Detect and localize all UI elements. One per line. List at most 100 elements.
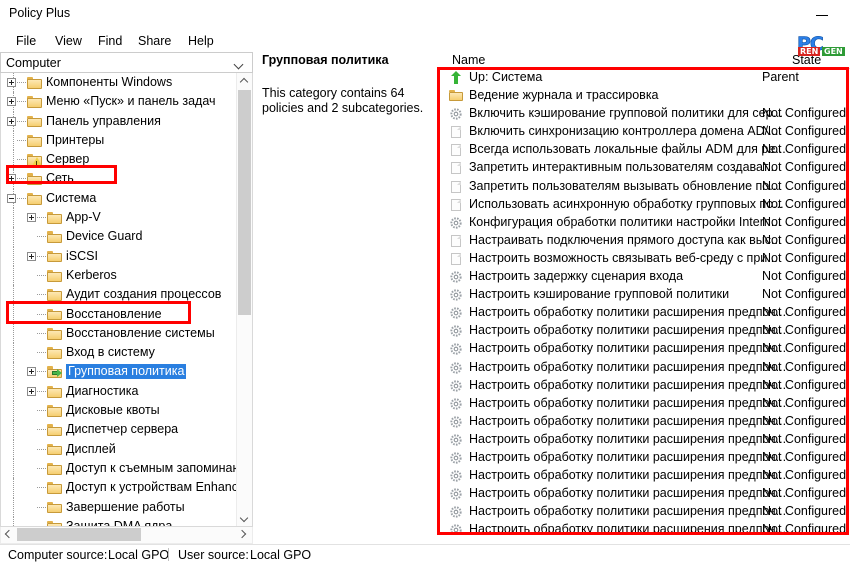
tree-item[interactable]: Device Guard [1, 227, 237, 247]
hscrollbar-thumb[interactable] [17, 528, 141, 541]
tree-item[interactable]: Сеть [1, 169, 237, 189]
tree-expand-icon[interactable] [27, 367, 36, 377]
menu-item-help[interactable]: Help [184, 33, 218, 49]
policy-list-row[interactable]: Настроить обработку политики расширения … [440, 521, 850, 533]
policy-list-row[interactable]: Настроить обработку политики расширения … [440, 359, 850, 377]
scroll-down-button[interactable] [237, 510, 252, 526]
tree-item[interactable]: iSCSI [1, 246, 237, 266]
policy-list-row[interactable]: Настроить возможность связывать веб-сред… [440, 250, 850, 268]
tree-item[interactable]: Принтеры [1, 130, 237, 151]
tree-connector [17, 159, 26, 161]
tree-item[interactable]: Доступ к съемным запоминающи [1, 458, 237, 479]
scope-combobox[interactable]: Computer [0, 52, 253, 73]
tree-expand-icon[interactable] [27, 251, 36, 261]
tree-collapse-icon[interactable] [7, 193, 16, 203]
minimize-button[interactable] [809, 4, 837, 26]
tree-connector [37, 410, 46, 412]
tree-expand-icon[interactable] [27, 386, 36, 396]
tree-expand-icon[interactable] [7, 78, 16, 87]
tree-item[interactable]: Вход в систему [1, 343, 237, 363]
policy-list-row[interactable]: Настроить обработку политики расширения … [440, 304, 850, 322]
tree-item[interactable]: Дисплей [1, 439, 237, 459]
tree-item-label: Принтеры [46, 132, 105, 147]
menu-item-find[interactable]: Find [94, 33, 126, 49]
scroll-right-button[interactable] [236, 527, 252, 542]
policy-list-row[interactable]: Настраивать подключения прямого доступа … [440, 232, 850, 250]
policy-list-row[interactable]: Настроить обработку политики расширения … [440, 395, 850, 413]
policy-list-row[interactable]: Ведение журнала и трассировка [440, 87, 850, 105]
scroll-left-button[interactable] [1, 527, 17, 542]
gear-icon [449, 469, 463, 483]
policy-list-row[interactable]: Настроить обработку политики расширения … [440, 485, 850, 503]
tree-item[interactable]: Завершение работы [1, 497, 237, 517]
scrollbar-thumb[interactable] [238, 90, 251, 315]
policy-list-row[interactable]: Настроить обработку политики расширения … [440, 413, 850, 431]
policy-list-row[interactable]: Включить синхронизацию контроллера домен… [440, 123, 850, 141]
tree-item[interactable]: Меню «Пуск» и панель задач [1, 92, 237, 112]
policy-state: Not Configured [762, 196, 847, 211]
tree-item[interactable]: Восстановление [1, 304, 237, 324]
policy-plus-window: Policy Plus File View Find Share Help Comput… [0, 0, 850, 564]
policy-name: Использовать асинхронную обработку групп… [469, 196, 784, 211]
tree-item[interactable]: Панель управления [1, 111, 237, 131]
tree-expand-icon[interactable] [7, 174, 16, 184]
column-header-name[interactable]: Name [452, 53, 485, 67]
tree-item[interactable]: Система [1, 188, 237, 209]
scroll-up-button[interactable] [237, 73, 252, 90]
policy-list-row[interactable]: Настроить обработку политики расширения … [440, 467, 850, 485]
policy-list-row[interactable]: Настроить обработку политики расширения … [440, 322, 850, 340]
policy-list-row[interactable]: Запретить интерактивным пользователям со… [440, 159, 850, 177]
tree-guide-line [13, 343, 15, 363]
tree-item[interactable]: Дисковые квоты [1, 401, 237, 421]
policy-state: Not Configured [762, 106, 847, 121]
policy-list-row[interactable]: Up: Система Parent [440, 69, 850, 87]
menu-item-view[interactable]: View [51, 33, 86, 49]
policy-list-row[interactable]: Использовать асинхронную обработку групп… [440, 196, 850, 214]
tree-guide-line [13, 304, 15, 324]
chevron-left-icon [6, 531, 12, 537]
tree-item[interactable]: Диспетчер сервера [1, 420, 237, 440]
policy-list-row[interactable]: Настроить обработку политики расширения … [440, 449, 850, 467]
policy-list-row[interactable]: Включить кэширование групповой политики … [440, 105, 850, 123]
menu-item-share[interactable]: Share [134, 33, 175, 49]
tree-expand-icon[interactable] [27, 213, 36, 223]
menu-item-file[interactable]: File [12, 33, 40, 49]
policy-state: Not Configured [762, 341, 847, 356]
tree-horizontal-scrollbar[interactable] [0, 527, 253, 544]
tree-item-label: Дисковые квоты [66, 403, 160, 418]
tree-item[interactable]: Аудит создания процессов [1, 285, 237, 305]
policy-list-row[interactable]: Всегда использовать локальные файлы ADM … [440, 141, 850, 159]
policy-list-row[interactable]: Настроить обработку политики расширения … [440, 431, 850, 449]
tree-item[interactable]: Восстановление системы [1, 323, 237, 344]
tree-vertical-scrollbar[interactable] [236, 73, 252, 526]
tree-expand-icon[interactable] [7, 97, 16, 107]
policy-list-row[interactable]: Конфигурация обработки политики настройк… [440, 214, 850, 232]
policy-list-row[interactable]: Настроить обработку политики расширения … [440, 340, 850, 358]
tree-item[interactable]: Сервер [1, 150, 237, 170]
tree-item-label: Меню «Пуск» и панель задач [46, 94, 216, 109]
policy-list-row[interactable]: Запретить пользователям вызывать обновле… [440, 178, 850, 196]
tree-expand-icon[interactable] [7, 116, 16, 126]
tree-item[interactable]: Kerberos [1, 265, 237, 286]
policy-state: Not Configured [762, 124, 847, 139]
policy-list-row[interactable]: Настроить кэширование групповой политики… [440, 286, 850, 304]
tree-item[interactable]: Доступ к устройствам Enhanced S [1, 478, 237, 498]
tree-item[interactable]: Групповая политика [1, 362, 237, 382]
tree-connector [17, 101, 26, 103]
policy-name: Настроить обработку политики расширения … [469, 395, 787, 410]
policy-list-row[interactable]: Настроить задержку сценария входа Not Con… [440, 268, 850, 286]
category-tree[interactable]: Компоненты Windows Меню «Пуск» и панель з… [1, 73, 237, 526]
tree-item[interactable]: Диагностика [1, 381, 237, 402]
tree-item[interactable]: App-V [1, 208, 237, 228]
tree-item-label: iSCSI [66, 248, 98, 263]
document-icon [449, 125, 463, 139]
document-icon [449, 143, 463, 157]
tree-item[interactable]: Защита DMA ядра [1, 516, 237, 526]
policy-list[interactable]: Up: Система Parent Ведение журнала и трасс… [440, 69, 850, 533]
policy-name: Настроить обработку политики расширения … [469, 486, 787, 501]
policy-list-row[interactable]: Настроить обработку политики расширения … [440, 377, 850, 395]
tree-item[interactable]: Компоненты Windows [1, 73, 237, 93]
policy-list-row[interactable]: Настроить обработку политики расширения … [440, 503, 850, 521]
column-header-state[interactable]: State [792, 53, 821, 67]
folder-icon [47, 424, 62, 437]
